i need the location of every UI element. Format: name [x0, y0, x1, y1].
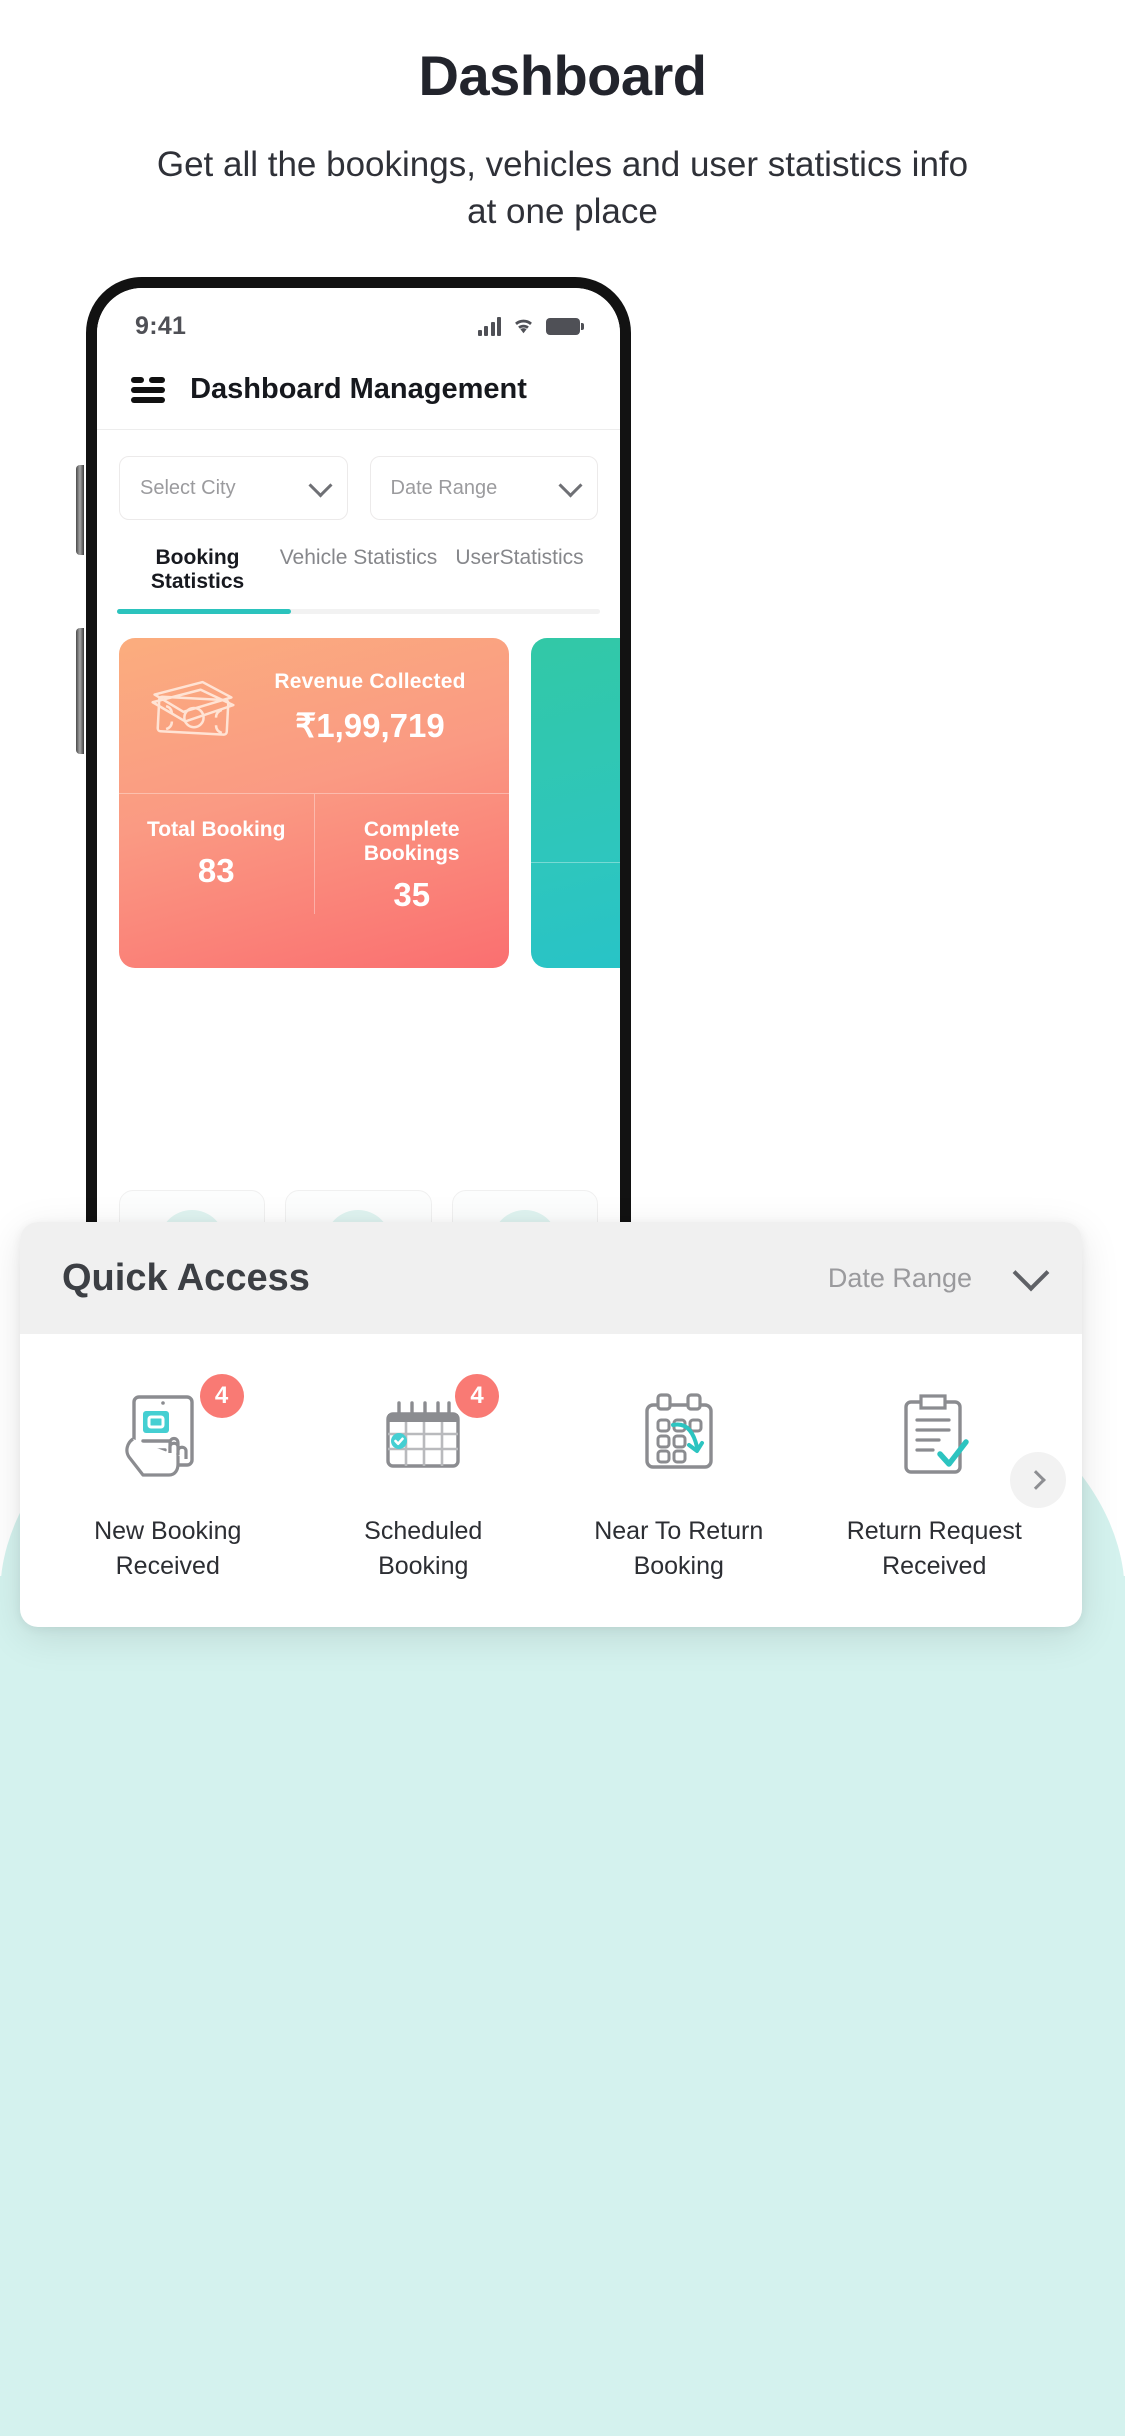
quick-access-title: Quick Access [62, 1256, 310, 1299]
status-bar-time: 9:41 [135, 311, 187, 340]
quick-access-item-label: Near To Return Booking [594, 1517, 764, 1580]
quick-access-item-new-booking[interactable]: 4 New Booking Received [40, 1374, 296, 1583]
date-range-select-placeholder: Date Range [390, 476, 498, 499]
calendar-check-icon: 4 [296, 1374, 552, 1492]
booked-metric: Booked [531, 885, 620, 909]
tab-user-statistics[interactable]: UserStatistics [439, 546, 600, 614]
total-vehicle-title: Total Vehicle [531, 750, 620, 774]
quick-access-date-range-label[interactable]: Date Range [828, 1263, 972, 1294]
badge-count: 4 [199, 1374, 244, 1418]
stat-cards-row: Revenue Collected ₹1,99,719 Total Bookin… [97, 614, 620, 968]
badge-count: 4 [455, 1374, 499, 1418]
booked-label: Booked [531, 885, 620, 909]
tab-vehicle-statistics[interactable]: Vehicle Statistics [278, 546, 439, 614]
battery-icon [546, 317, 584, 335]
filter-row: Select City Date Range [97, 430, 620, 520]
quick-access-next-button[interactable] [1010, 1452, 1066, 1508]
revenue-labels: Revenue Collected ₹1,99,719 [257, 670, 483, 745]
cellular-signal-icon [477, 316, 501, 336]
complete-bookings-label: Complete Bookings [363, 818, 460, 865]
status-bar-icons [477, 316, 584, 336]
total-vehicle-metrics: Booked [531, 862, 620, 909]
quick-access-item-scheduled-booking[interactable]: 4 Scheduled Booking [296, 1374, 552, 1583]
page-subtitle: Get all the bookings, vehicles and user … [156, 145, 969, 231]
total-booking-value: 83 [197, 852, 235, 889]
hamburger-menu-icon[interactable] [131, 376, 165, 403]
quick-access-panel: Quick Access Date Range 4 New Booking Re… [20, 1222, 1082, 1627]
total-vehicle-body: Total Vehicle 4 [531, 664, 620, 826]
tabs-underline [117, 609, 600, 614]
app-bar-title: Dashboard Management [190, 373, 527, 405]
headline-block: Dashboard Get all the bookings, vehicles… [0, 44, 1125, 235]
page-root: Dashboard Get all the bookings, vehicles… [0, 0, 1125, 2436]
phone-power-button[interactable] [76, 628, 84, 754]
total-vehicle-value: 4 [531, 788, 620, 826]
date-range-select[interactable]: Date Range [369, 456, 598, 520]
quick-access-header: Quick Access Date Range [20, 1222, 1082, 1334]
city-select-placeholder: Select City [140, 476, 236, 499]
page-title: Dashboard [418, 44, 708, 107]
chevron-down-icon [307, 472, 333, 498]
total-booking-label: Total Booking [147, 818, 286, 841]
tablet-hand-tap-icon: 4 [40, 1374, 296, 1492]
revenue-card-top: Revenue Collected ₹1,99,719 [119, 664, 509, 745]
tab-booking-statistics[interactable]: Booking Statistics [117, 546, 278, 614]
complete-bookings-value: 35 [393, 876, 431, 913]
revenue-card-amount: ₹1,99,719 [295, 707, 445, 744]
revenue-card-title: Revenue Collected [274, 670, 466, 693]
statistics-tabs: Booking Statistics Vehicle Statistics Us… [97, 546, 620, 614]
quick-access-items: 4 New Booking Received 4 Scheduled Booki… [20, 1334, 1082, 1627]
money-cash-icon [151, 680, 235, 736]
quick-access-item-label: Scheduled Booking [364, 1517, 483, 1580]
app-bar: Dashboard Management [97, 350, 620, 430]
quick-access-item-near-to-return[interactable]: Near To Return Booking [551, 1382, 807, 1583]
revenue-card-metrics: Total Booking 83 Complete Bookings 35 [119, 793, 509, 914]
total-booking-metric: Total Booking 83 [119, 794, 314, 914]
chevron-down-icon[interactable] [1012, 1254, 1050, 1292]
quick-access-item-label: New Booking Received [94, 1517, 242, 1580]
quick-access-item-label: Return Request Received [846, 1517, 1022, 1580]
chevron-down-icon [558, 472, 583, 498]
calendar-return-arrow-icon [551, 1382, 807, 1492]
status-bar: 9:41 [97, 288, 620, 350]
total-vehicle-card[interactable]: Total Vehicle 4 Booked [531, 638, 620, 968]
phone-volume-button[interactable] [76, 465, 84, 555]
chevron-right-icon [1026, 1470, 1046, 1490]
wifi-icon [515, 319, 532, 334]
city-select[interactable]: Select City [119, 456, 348, 520]
complete-bookings-metric: Complete Bookings 35 [313, 794, 510, 914]
revenue-card[interactable]: Revenue Collected ₹1,99,719 Total Bookin… [119, 638, 509, 968]
